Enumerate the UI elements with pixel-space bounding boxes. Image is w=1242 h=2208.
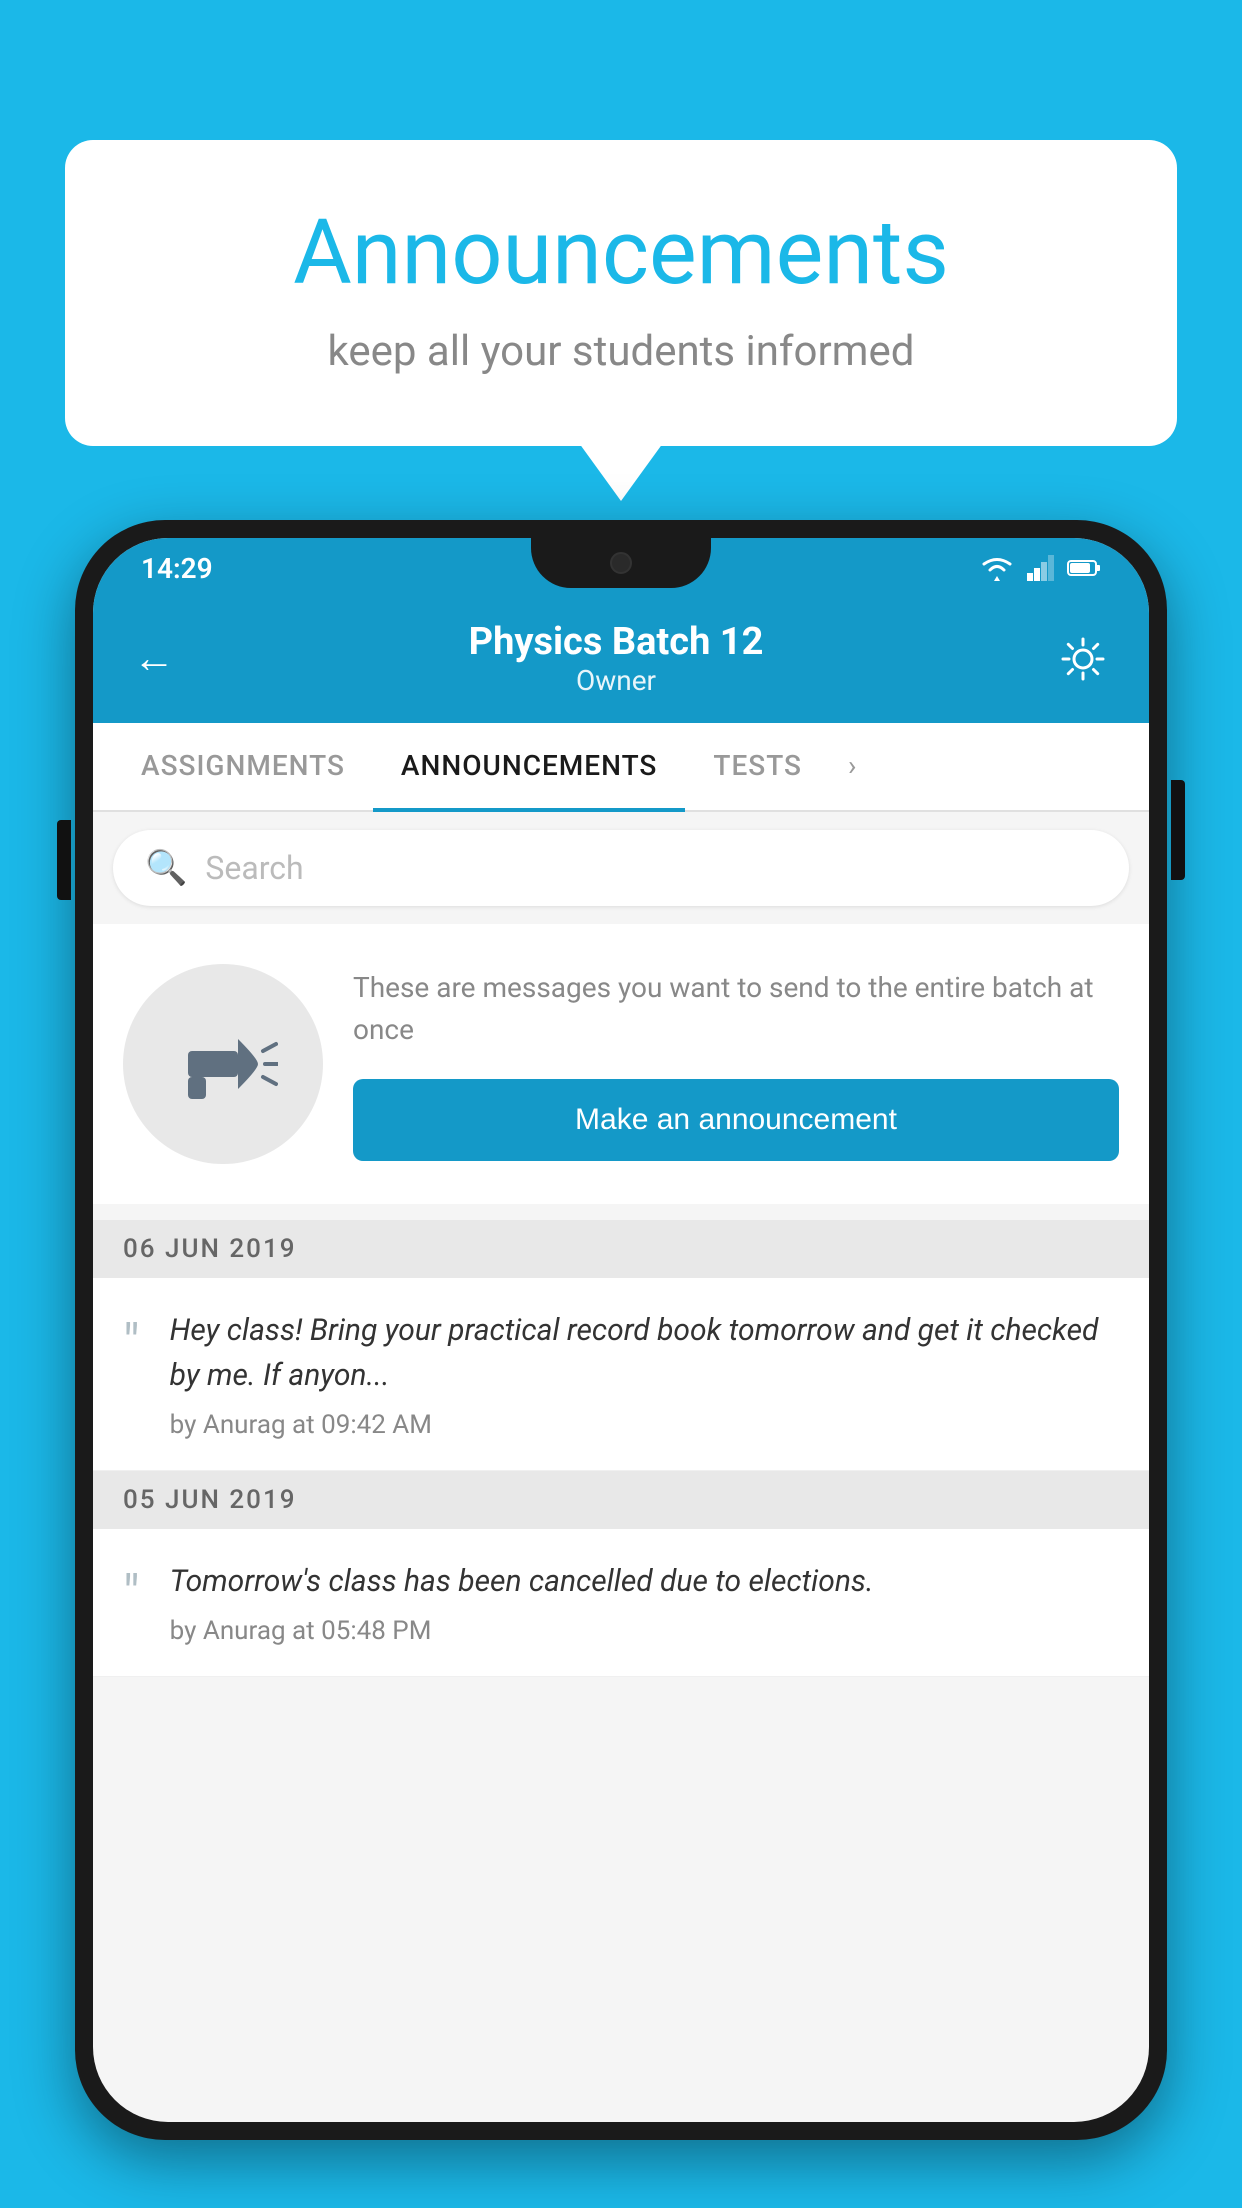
- announcement-content-2: Tomorrow's class has been cancelled due …: [170, 1559, 1119, 1646]
- announcement-text-1: Hey class! Bring your practical record b…: [170, 1308, 1119, 1398]
- promo-right: These are messages you want to send to t…: [353, 967, 1119, 1161]
- date-separator-2: 05 JUN 2019: [93, 1471, 1149, 1529]
- promo-description: These are messages you want to send to t…: [353, 967, 1119, 1051]
- phone-outer-shell: 14:29: [75, 520, 1167, 2140]
- tab-announcements[interactable]: ANNOUNCEMENTS: [373, 723, 685, 812]
- announcement-text-2: Tomorrow's class has been cancelled due …: [170, 1559, 1119, 1604]
- make-announcement-button[interactable]: Make an announcement: [353, 1079, 1119, 1161]
- status-icons: [979, 554, 1101, 582]
- tab-tests[interactable]: TESTS: [685, 723, 830, 812]
- phone-notch: [531, 538, 711, 588]
- announcement-item-2[interactable]: " Tomorrow's class has been cancelled du…: [93, 1529, 1149, 1677]
- app-header: ← Physics Batch 12 Owner: [93, 598, 1149, 723]
- phone-inner-screen: 14:29: [93, 538, 1149, 2122]
- phone-mockup: 14:29: [75, 520, 1167, 2208]
- speech-bubble-section: Announcements keep all your students inf…: [65, 140, 1177, 446]
- speech-bubble-card: Announcements keep all your students inf…: [65, 140, 1177, 446]
- announcement-content-1: Hey class! Bring your practical record b…: [170, 1308, 1119, 1440]
- promo-section: These are messages you want to send to t…: [93, 924, 1149, 1204]
- bubble-subtitle: keep all your students informed: [145, 327, 1097, 376]
- announcement-item-1[interactable]: " Hey class! Bring your practical record…: [93, 1278, 1149, 1471]
- status-time: 14:29: [141, 552, 213, 585]
- signal-icon: [1027, 555, 1055, 581]
- battery-icon: [1067, 558, 1101, 578]
- tab-more[interactable]: ›: [830, 723, 874, 810]
- tabs-bar: ASSIGNMENTS ANNOUNCEMENTS TESTS ›: [93, 723, 1149, 812]
- settings-icon[interactable]: [1057, 633, 1109, 685]
- search-placeholder-text: Search: [205, 849, 303, 887]
- megaphone-icon: [168, 1009, 278, 1119]
- announcement-meta-2: by Anurag at 05:48 PM: [170, 1616, 1119, 1646]
- content-area: 🔍 Search: [93, 812, 1149, 1677]
- back-button[interactable]: ←: [133, 634, 175, 683]
- camera-dot: [610, 552, 632, 574]
- quote-icon-2: ": [113, 1559, 150, 1631]
- header-subtitle: Owner: [469, 664, 764, 697]
- megaphone-circle: [123, 964, 323, 1164]
- wifi-icon: [979, 554, 1015, 582]
- bubble-title: Announcements: [145, 200, 1097, 305]
- search-bar[interactable]: 🔍 Search: [113, 830, 1129, 906]
- tab-assignments[interactable]: ASSIGNMENTS: [113, 723, 373, 812]
- header-title: Physics Batch 12: [469, 620, 764, 664]
- header-center: Physics Batch 12 Owner: [469, 620, 764, 697]
- announcement-meta-1: by Anurag at 09:42 AM: [170, 1410, 1119, 1440]
- quote-icon-1: ": [113, 1308, 150, 1380]
- search-icon: 🔍: [145, 848, 187, 888]
- date-separator-1: 06 JUN 2019: [93, 1220, 1149, 1278]
